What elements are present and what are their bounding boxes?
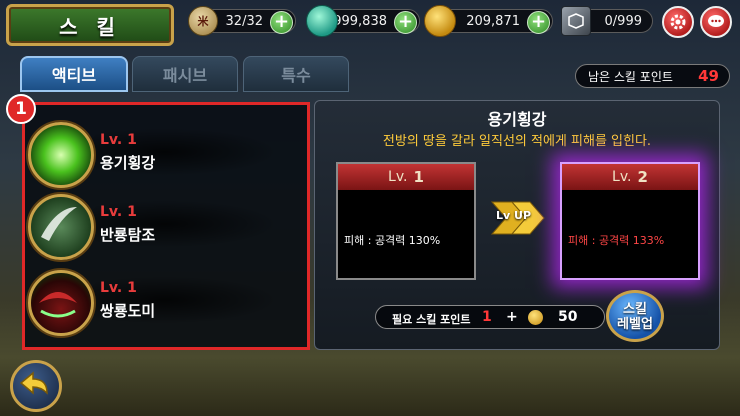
remaining-skill-points: 남은 스킬 포인트 49: [575, 64, 730, 88]
skill-name: 쌍룡도미: [100, 302, 156, 320]
blade-slash-skill-icon: [28, 194, 94, 260]
chat-button[interactable]: [700, 6, 732, 38]
level-up-button-line1: 스킬: [623, 302, 647, 317]
back-arrow-icon: [19, 371, 48, 395]
current-level-effect: 피해 : 공격력 130%: [344, 234, 441, 247]
required-points-label: 필요 스킬 포인트: [392, 313, 471, 326]
add-stamina-button[interactable]: +: [270, 11, 293, 34]
current-level-header: Lv. 1: [338, 164, 474, 190]
required-points-value: 1: [482, 309, 492, 325]
level-up-arrow-icon: Lv UP: [490, 198, 548, 238]
current-level-card: Lv. 1 피해 : 공격력 130%: [336, 162, 476, 280]
current-level-label: Lv.: [388, 169, 408, 185]
back-button[interactable]: [10, 360, 62, 412]
green-energy-skill-icon: [28, 122, 94, 188]
money-bag-icon: 米: [188, 6, 218, 36]
skill-item-1[interactable]: Lv. 1 용기횡강: [28, 122, 288, 188]
next-level-effect: 피해 : 공격력 133%: [568, 234, 665, 247]
skill-name: 반룡탐조: [100, 226, 156, 244]
next-level-card: Lv. 2 피해 : 공격력 133%: [560, 162, 700, 280]
skill-points-value: 49: [698, 67, 719, 85]
skill-level: Lv. 1: [100, 204, 137, 220]
next-level-label: Lv.: [612, 169, 632, 185]
add-gold-button[interactable]: +: [527, 11, 550, 34]
next-level-header: Lv. 2: [562, 164, 698, 190]
gold-value: 209,871: [466, 13, 520, 29]
plus-sign: +: [506, 309, 518, 325]
skill-level-up-button[interactable]: 스킬 레벨업: [606, 290, 664, 342]
skill-points-label: 남은 스킬 포인트: [588, 69, 673, 84]
gem-value: 999,838: [333, 13, 387, 29]
tab-active-skills[interactable]: 액티브: [20, 56, 128, 92]
detail-skill-description: 전방의 땅을 갈라 일직선의 적에게 피해를 입힌다.: [382, 134, 652, 149]
chat-bubble-icon: [708, 15, 724, 27]
tab-passive-skills[interactable]: 패시브: [132, 56, 238, 92]
gold-coin-icon: [424, 5, 456, 37]
level-up-button-line2: 레벨업: [617, 317, 653, 332]
annotation-badge: 1: [6, 94, 36, 124]
skill-name: 용기횡강: [100, 154, 156, 172]
item-value: 0/999: [604, 13, 642, 29]
gear-icon: [670, 14, 686, 30]
level-up-label: Lv UP: [496, 209, 532, 222]
skill-level: Lv. 1: [100, 132, 137, 148]
current-level-number: 1: [413, 168, 424, 186]
item-box-icon: [561, 6, 591, 36]
add-gem-button[interactable]: +: [394, 11, 417, 34]
tab-special-skills[interactable]: 특수: [243, 56, 349, 92]
dragon-strike-skill-icon: [28, 270, 94, 336]
settings-button[interactable]: [662, 6, 694, 38]
detail-skill-name: 용기횡강: [487, 110, 547, 129]
required-cost-bar: 필요 스킬 포인트 1 + 50: [375, 305, 605, 329]
jade-orb-icon: [306, 5, 338, 37]
page-title: 스 킬: [6, 4, 174, 46]
gold-coin-icon: [528, 310, 543, 325]
next-level-number: 2: [637, 168, 648, 186]
stamina-value: 32/32: [225, 13, 263, 29]
skill-item-2[interactable]: Lv. 1 반룡탐조: [28, 194, 288, 260]
required-gold-value: 50: [558, 309, 578, 325]
skill-level: Lv. 1: [100, 280, 137, 296]
skill-item-3[interactable]: Lv. 1 쌍룡도미: [28, 270, 288, 336]
